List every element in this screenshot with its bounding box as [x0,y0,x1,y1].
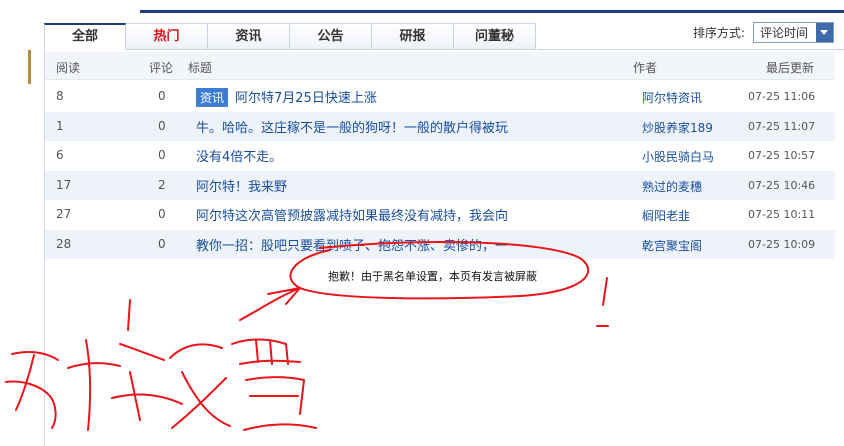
tab-ask-secretary[interactable]: 问董秘 [454,23,536,50]
comment-count: 0 [158,236,166,251]
table-row: 17 2 阿尔特！我来野 熟过的麦穗 07-25 10:46 [45,170,835,200]
comment-count: 0 [158,89,166,103]
header-updated: 最后更新 [766,61,815,75]
read-count: 28 [56,236,72,251]
comment-count: 0 [158,118,166,133]
post-title-text[interactable]: 阿尔特7月25日快速上涨 [235,91,377,106]
tabs-baseline [537,49,844,50]
tab-hot[interactable]: 热门 [126,23,208,50]
post-time: 07-25 10:09 [748,237,816,251]
read-count: 6 [56,148,64,162]
blacklist-notice: 抱歉！由于黑名单设置，本页有发言被屏蔽 [328,270,537,283]
chevron-down-icon[interactable] [816,23,833,42]
post-time: 07-25 10:46 [748,178,816,192]
category-tabs: 全部 热门 资讯 公告 研报 问董秘 [44,23,536,50]
post-title[interactable]: 阿尔特这次高管预披露减持如果最终没有减持，我会向 [196,205,508,224]
table-row: 6 0 没有4倍不走。 小股民骑白马 07-25 10:57 [45,141,835,171]
post-author[interactable]: 炒股养家189 [642,119,713,136]
post-title[interactable]: 牛。哈哈。这庄稼不是一般的狗呀！一般的散户得被玩 [196,117,508,136]
post-title[interactable]: 没有4倍不走。 [196,146,282,165]
news-tag-badge[interactable]: 资讯 [196,88,229,107]
post-author[interactable]: 榈阳老韭 [642,207,690,224]
post-time: 07-25 11:06 [748,90,816,103]
header-comment: 评论 [149,61,174,75]
table-header: 阅读 评论 标题 作者 最后更新 [45,52,835,80]
read-count: 8 [56,89,64,103]
post-author[interactable]: 阿尔特资讯 [642,89,702,106]
table-row: 28 0 教你一招：股吧只要看到喷子、抱怨不涨、卖惨的，一 乾宫聚宝阁 07-2… [45,229,835,259]
sort-select[interactable]: 评论时间 [753,22,834,43]
table-row: 8 0 资讯 阿尔特7月25日快速上涨 阿尔特资讯 07-25 11:06 [45,82,835,112]
post-title[interactable]: 阿尔特！我来野 [196,176,287,195]
sort-select-value: 评论时间 [760,26,809,40]
comment-count: 0 [158,207,166,221]
tab-announcements[interactable]: 公告 [290,23,372,50]
read-count: 27 [56,207,72,221]
tab-all[interactable]: 全部 [44,23,126,50]
header-author: 作者 [633,61,658,75]
comment-count: 2 [158,177,166,192]
post-list: 8 0 资讯 阿尔特7月25日快速上涨 阿尔特资讯 07-25 11:06 1 0… [45,82,835,259]
post-author[interactable]: 熟过的麦穗 [642,178,702,195]
table-row: 1 0 牛。哈哈。这庄稼不是一般的狗呀！一般的散户得被玩 炒股养家189 07-… [45,111,835,141]
post-time: 07-25 10:11 [748,208,816,221]
post-title[interactable]: 资讯 阿尔特7月25日快速上涨 [196,87,377,107]
table-row: 27 0 阿尔特这次高管预披露减持如果最终没有减持，我会向 榈阳老韭 07-25… [45,200,835,230]
header-title: 标题 [188,61,213,75]
read-count: 17 [56,177,72,192]
post-author[interactable]: 乾宫聚宝阁 [642,237,702,254]
sort-label: 排序方式: [693,26,746,40]
post-time: 07-25 10:57 [748,149,816,162]
read-count: 1 [56,118,64,133]
header-read: 阅读 [56,61,81,75]
top-accent-bar [140,10,844,13]
post-title[interactable]: 教你一招：股吧只要看到喷子、抱怨不涨、卖惨的，一 [196,235,508,254]
left-marker [28,50,31,84]
post-author[interactable]: 小股民骑白马 [642,148,714,165]
comment-count: 0 [158,148,166,162]
post-time: 07-25 11:07 [748,119,816,133]
tab-research[interactable]: 研报 [372,23,454,50]
tab-news[interactable]: 资讯 [208,23,290,50]
